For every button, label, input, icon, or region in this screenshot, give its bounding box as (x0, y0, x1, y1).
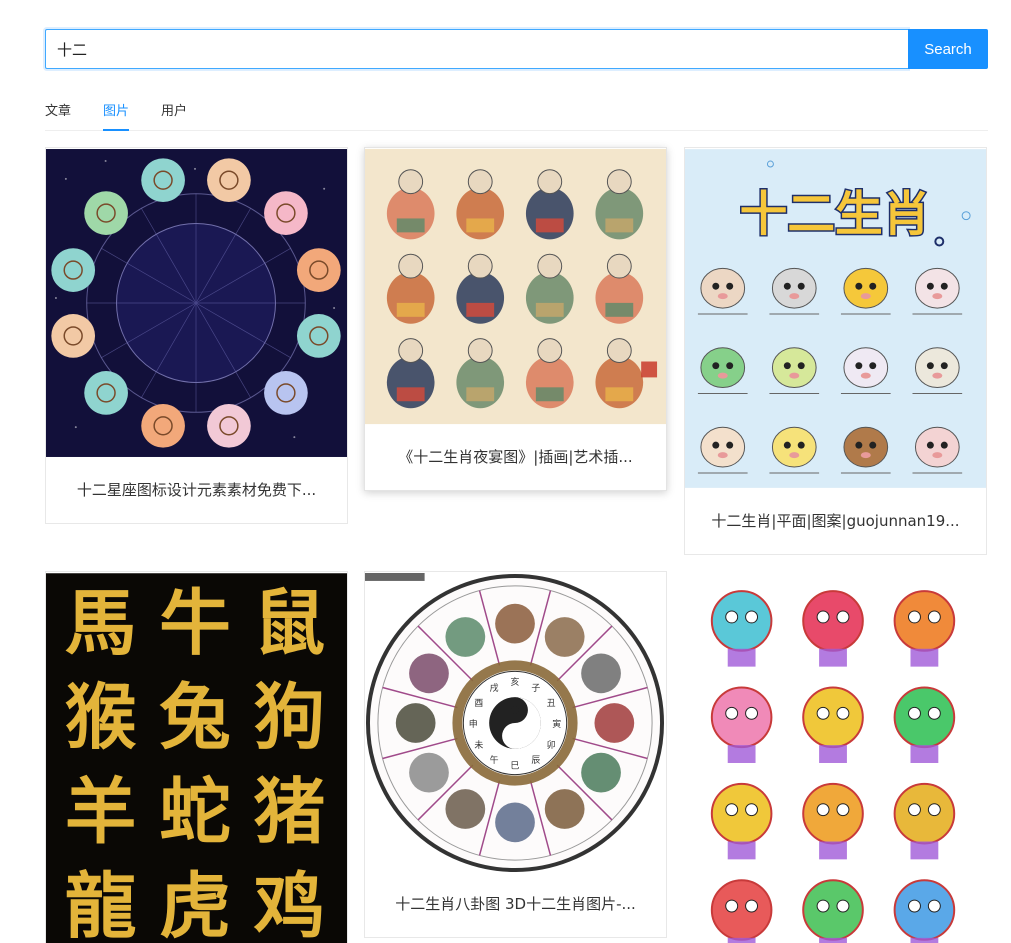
zodiac-sign-badge (84, 191, 128, 235)
cartoon-animal (843, 426, 889, 468)
bagua-label: 辰 (531, 755, 540, 766)
tab-users[interactable]: 用户 (161, 92, 187, 130)
bagua-label: 寅 (552, 718, 561, 730)
zodiac-sign-badge (264, 371, 308, 415)
cartoon-animal (700, 426, 746, 468)
card-image (685, 573, 986, 943)
search-bar: Search (45, 29, 988, 69)
bagua-figure (409, 752, 449, 793)
card-image: 馬牛鼠猴兔狗羊蛇猪龍虎鸡 (46, 573, 347, 943)
card-image (365, 148, 666, 425)
cartoon-animal (843, 347, 889, 389)
calligraphy-character: 狗 (254, 676, 326, 759)
zodiac-sign-badge (141, 403, 185, 448)
card-caption: 十二生肖八卦图 3D十二生肖图片-... (395, 895, 636, 913)
zodiac-mask (802, 879, 864, 941)
card-image (46, 149, 347, 457)
card-caption: 十二星座图标设计元素素材免费下... (76, 481, 317, 499)
tab-images[interactable]: 图片 (103, 92, 130, 131)
zodiac-mask (710, 590, 773, 652)
bagua-figure (445, 789, 486, 829)
bagua-figure (581, 653, 621, 694)
zodiac-mask (893, 590, 956, 652)
image-card[interactable]: 馬牛鼠猴兔狗羊蛇猪龍虎鸡 (45, 571, 348, 943)
zodiac-mask (893, 782, 956, 845)
bagua-figure (544, 789, 585, 829)
calligraphy-character: 牛 (159, 582, 231, 665)
image-card[interactable]: 《十二生肖夜宴图》|插画|艺术插... (364, 147, 667, 491)
cartoon-animal (771, 426, 817, 468)
zodiac-sign-badge (84, 371, 128, 415)
bagua-figure (544, 617, 585, 657)
calligraphy-character: 虎 (159, 865, 231, 943)
cartoon-animal (914, 426, 960, 468)
zodiac-mask (893, 879, 956, 941)
bagua-label: 未 (474, 739, 483, 751)
result-tabs: 文章 图片 用户 (45, 92, 988, 131)
bagua-label: 申 (469, 718, 478, 730)
zodiac-sign-badge (296, 248, 341, 292)
bagua-figure (581, 752, 621, 793)
card-caption: 十二生肖|平面|图案|guojunnan19... (711, 512, 960, 530)
bagua-label: 酉 (474, 698, 483, 709)
zodiac-mask (802, 686, 864, 749)
calligraphy-character: 鸡 (254, 865, 326, 943)
zodiac-mask (710, 686, 773, 749)
zodiac-mask (710, 879, 773, 941)
calligraphy-character: 馬 (65, 582, 137, 665)
cartoon-animal (700, 267, 746, 309)
bagua-figure (395, 703, 436, 743)
calligraphy-character: 龍 (65, 865, 137, 943)
zodiac-sign-badge (141, 158, 185, 203)
image-card[interactable] (684, 571, 987, 943)
bagua-label: 巳 (511, 761, 520, 772)
cartoon-animal (700, 347, 746, 389)
zodiac-sign-badge (207, 403, 251, 448)
cartoon-animal (843, 267, 889, 309)
card-image: 十二生肖 (685, 149, 986, 488)
card-caption: 《十二生肖夜宴图》|插画|艺术插... (398, 448, 633, 466)
calligraphy-character: 蛇 (159, 771, 231, 854)
bagua-figure (445, 617, 486, 657)
zodiac-sign-badge (51, 314, 96, 358)
calligraphy-character: 猴 (65, 676, 137, 759)
calligraphy-character: 鼠 (254, 582, 326, 665)
bagua-label: 卯 (547, 740, 556, 751)
image-card[interactable]: 子丑寅卯辰巳 午未申酉戌亥 十二生肖八卦图 3D十二生肖图片-... (364, 571, 667, 938)
bagua-label: 戌 (490, 682, 499, 694)
search-button[interactable]: Search (908, 29, 988, 69)
zodiac-title-text: 十二生肖 (740, 188, 931, 243)
bagua-label: 亥 (511, 676, 520, 688)
bagua-label: 午 (490, 754, 499, 766)
calligraphy-character: 猪 (254, 771, 326, 854)
image-card[interactable]: 十二星座图标设计元素素材免费下... (45, 147, 348, 524)
bagua-figure (495, 603, 535, 644)
cartoon-animal (914, 347, 960, 389)
bagua-figure (409, 653, 449, 694)
bagua-figure (594, 703, 635, 743)
bagua-label: 子 (531, 683, 540, 694)
cartoon-animal (771, 347, 817, 389)
zodiac-sign-badge (296, 314, 341, 358)
calligraphy-character: 兔 (159, 676, 231, 759)
cartoon-animal (771, 267, 817, 309)
image-card[interactable]: 十二生肖 十二生肖|平面|图案|guojunnan19... (684, 147, 987, 555)
zodiac-mask (710, 782, 773, 845)
zodiac-mask (802, 782, 864, 845)
bagua-figure (495, 802, 535, 843)
tab-articles[interactable]: 文章 (45, 92, 71, 130)
cartoon-animal (914, 267, 960, 309)
calligraphy-character: 羊 (65, 771, 137, 854)
zodiac-mask (893, 686, 956, 749)
zodiac-sign-badge (51, 248, 96, 292)
zodiac-sign-badge (207, 158, 251, 203)
search-input[interactable] (45, 29, 908, 69)
bagua-label: 丑 (547, 698, 556, 709)
zodiac-sign-badge (264, 191, 308, 235)
zodiac-mask (802, 590, 864, 652)
card-image: 子丑寅卯辰巳 午未申酉戌亥 (365, 572, 666, 872)
